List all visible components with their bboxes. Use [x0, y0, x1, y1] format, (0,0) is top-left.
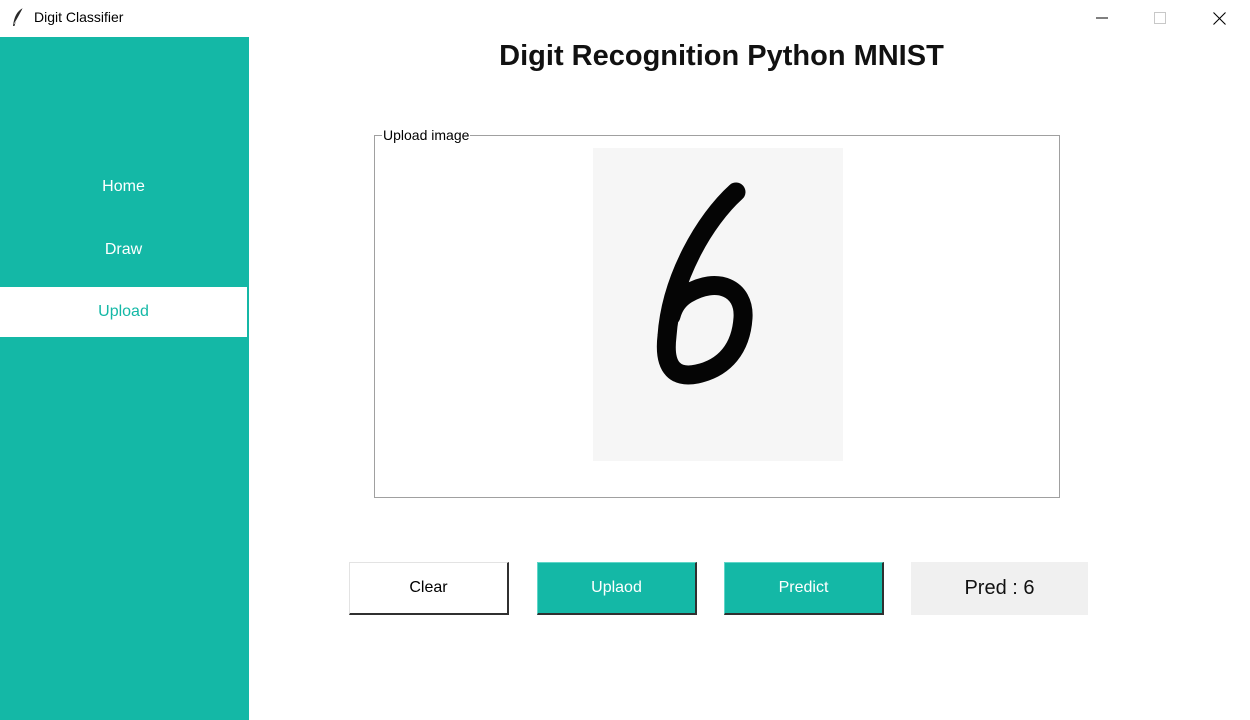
window-title: Digit Classifier [34, 9, 124, 25]
minimize-button[interactable] [1073, 0, 1131, 36]
title-bar: Digit Classifier [0, 0, 1250, 36]
sidebar-item-draw[interactable]: Draw [0, 225, 247, 275]
feather-icon [11, 7, 25, 27]
sidebar-item-upload[interactable]: Upload [0, 287, 247, 337]
maximize-button[interactable] [1131, 0, 1189, 36]
upload-frame-label: Upload image [382, 127, 471, 143]
digit-six-image [656, 182, 753, 385]
sidebar: Home Draw Upload [0, 37, 249, 720]
close-button[interactable] [1190, 0, 1248, 36]
prediction-label: Pred : 6 [911, 562, 1088, 615]
sidebar-item-home[interactable]: Home [0, 162, 247, 212]
minimize-icon [1096, 17, 1108, 19]
predict-button[interactable]: Predict [724, 562, 884, 615]
close-icon [1212, 11, 1226, 25]
upload-button[interactable]: Uplaod [537, 562, 697, 615]
page-title: Digit Recognition Python MNIST [499, 40, 944, 72]
clear-button[interactable]: Clear [349, 562, 509, 615]
maximize-icon [1154, 12, 1166, 24]
uploaded-image [593, 148, 843, 461]
